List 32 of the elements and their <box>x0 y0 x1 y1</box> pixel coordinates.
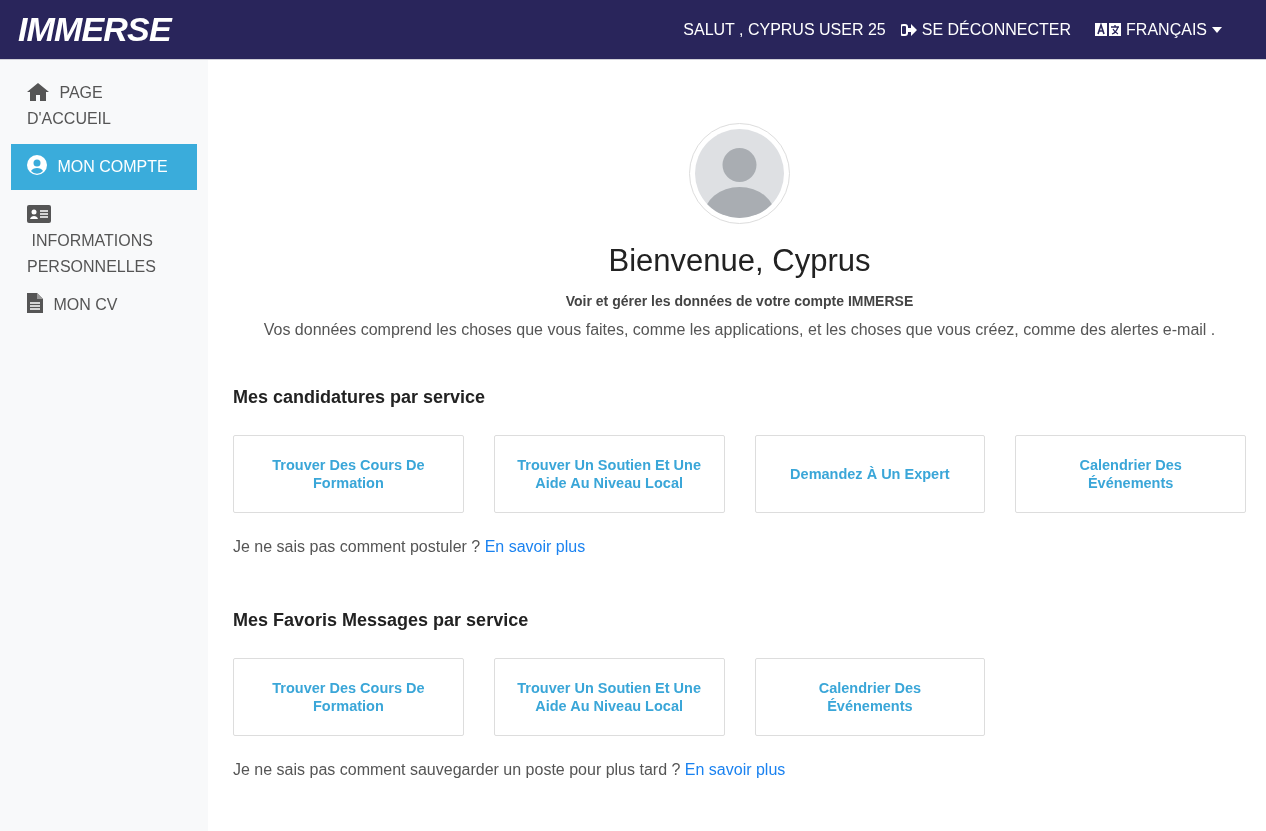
sidebar-item[interactable]: MON CV <box>11 292 197 318</box>
user-circle-icon <box>27 155 47 175</box>
user-silhouette-icon <box>695 129 784 218</box>
description: Vos données comprend les choses que vous faites, comme les applications, et les choses que vous créez, comme des alertes e-mail . <box>263 319 1216 340</box>
service-card[interactable]: Calendrier Des Événements <box>1015 434 1246 513</box>
help-text: Je ne sais pas comment sauvegarder un poste pour plus tard ? En savoir plus <box>233 759 787 780</box>
service-card[interactable]: Demandez À Un Expert <box>754 434 986 513</box>
logout-link[interactable]: SE DÉCONNECTER <box>900 17 1072 42</box>
language-dropdown[interactable]: FRANÇAIS <box>1095 17 1222 42</box>
logo[interactable]: IMMERSE <box>18 4 171 55</box>
caret-icon <box>1212 26 1222 33</box>
sidebar-item[interactable]: INFORMATIONS PERSONNELLES <box>11 202 197 280</box>
service-card[interactable]: Calendrier Des Événements <box>754 657 986 736</box>
sidebar-item[interactable]: PAGE D'ACCUEIL <box>11 80 197 132</box>
id-card-icon <box>27 205 51 223</box>
home-icon <box>27 83 49 101</box>
section-heading: Mes candidatures par service <box>233 385 487 409</box>
service-card[interactable]: Trouver Un Soutien Et Une Aide Au Niveau Local <box>493 657 725 736</box>
translate-icon <box>1095 23 1122 36</box>
learn-more-link[interactable]: En savoir plus <box>684 760 786 778</box>
subtitle: Voir et gérer les données de votre compte IMMERSE <box>565 291 914 311</box>
learn-more-link[interactable]: En savoir plus <box>484 537 586 555</box>
sidebar-item[interactable]: MON COMPTE <box>11 144 197 190</box>
help-text: Je ne sais pas comment postuler ? En savoir plus <box>233 536 587 557</box>
greeting-text: SALUT , CYPRUS USER 25 <box>683 19 886 40</box>
logout-icon <box>900 22 917 37</box>
service-card[interactable]: Trouver Un Soutien Et Une Aide Au Niveau Local <box>493 434 725 513</box>
section-heading: Mes Favoris Messages par service <box>233 608 530 632</box>
document-icon <box>27 293 43 313</box>
service-card[interactable]: Trouver Des Cours De Formation <box>233 434 464 513</box>
service-card[interactable]: Trouver Des Cours De Formation <box>233 657 464 736</box>
welcome-title: Bienvenue, Cyprus <box>608 242 871 280</box>
